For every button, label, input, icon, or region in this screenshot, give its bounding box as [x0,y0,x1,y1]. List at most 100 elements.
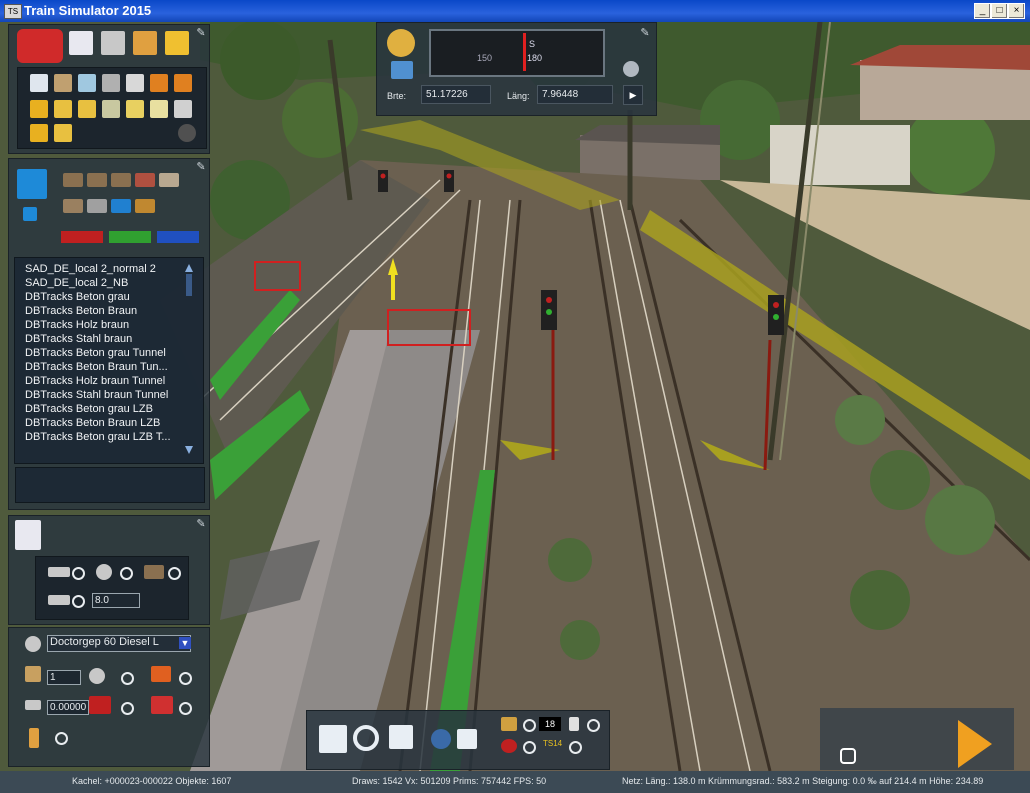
track-type-icon-2[interactable] [87,173,107,187]
route-select[interactable]: Doctorgep 60 Diesel L [47,635,191,652]
list-item[interactable]: DBTracks Holz braun [25,319,129,331]
bridge-icon[interactable] [63,199,83,213]
reset-rotation-icon[interactable] [353,725,379,751]
track-list[interactable]: SAD_DE_local 2_normal 2 SAD_DE_local 2_N… [14,257,204,464]
target-radio[interactable] [523,741,536,754]
count-field[interactable]: 1 [47,670,81,685]
pin-icon[interactable]: ✎ [195,27,207,39]
scroll-down-icon[interactable] [185,446,193,454]
redo-icon[interactable] [174,74,192,92]
list-item[interactable]: SAD_DE_local 2_NB [25,277,128,289]
list-item[interactable]: DBTracks Beton Braun LZB [25,417,160,429]
paste-icon[interactable] [30,124,48,142]
delete-icon[interactable] [102,74,120,92]
train-icon[interactable] [165,31,189,55]
toolbox-icon[interactable] [17,29,63,63]
globe-home-icon[interactable] [431,729,451,749]
list-item[interactable]: DBTracks Beton grau LZB T... [25,431,171,443]
track-type-icon-1[interactable] [63,173,83,187]
signal-tool-icon[interactable] [501,717,517,731]
snap-icon[interactable] [150,100,168,118]
document-icon[interactable] [15,520,41,550]
route-settings-panel: Doctorgep 60 Diesel L ▼ 1 0.00000 [8,627,210,767]
unlock-icon[interactable] [840,748,856,764]
measure-icon[interactable] [126,74,144,92]
list-item[interactable]: DBTracks Beton grau Tunnel [25,347,166,359]
undo-icon[interactable] [150,74,168,92]
cube-icon[interactable] [17,169,47,199]
close-button[interactable]: × [1008,3,1025,19]
angle-icon[interactable] [174,100,192,118]
filter-blue-star[interactable] [157,231,199,243]
lock-radio[interactable] [587,719,600,732]
select-icon[interactable] [30,74,48,92]
warning-icon [89,696,111,714]
pin-icon[interactable]: ✎ [195,518,207,530]
list-scrollbar[interactable] [185,264,193,454]
brick-icon[interactable] [135,173,155,187]
map-icon[interactable] [391,61,413,79]
pin-icon[interactable]: ✎ [639,27,651,39]
spiral-radio[interactable] [121,672,134,685]
fullscreen-icon[interactable] [319,725,347,753]
list-item[interactable]: DBTracks Beton Braun Tun... [25,361,168,373]
level-icon[interactable] [54,124,72,142]
list-item[interactable]: DBTracks Beton Braun [25,305,137,317]
screen-icon[interactable] [78,74,96,92]
camera-icon[interactable] [623,61,639,77]
rotate-icon[interactable] [126,100,144,118]
brush-icon[interactable] [133,31,157,55]
sleeper-icon [144,565,164,579]
list-item[interactable]: DBTracks Holz braun Tunnel [25,375,165,387]
track-type-icon-3[interactable] [111,173,131,187]
filter-green-star[interactable] [109,231,151,243]
marker-radio[interactable] [55,732,68,745]
align-icon[interactable] [78,100,96,118]
spiral-icon [89,668,105,684]
dropdown-arrow-icon[interactable]: ▼ [179,637,191,649]
list-item[interactable]: DBTracks Beton grau [25,291,130,303]
pin-icon[interactable]: ✎ [195,161,207,173]
home-icon[interactable] [69,31,93,55]
no-entry-radio[interactable] [179,702,192,715]
ts-radio[interactable] [569,741,582,754]
status-tile: Kachel: +000023-000022 Objekte: 1607 [72,776,232,786]
signal-tool-radio[interactable] [523,719,536,732]
list-item[interactable]: DBTracks Beton grau LZB [25,403,153,415]
overlap-radio[interactable] [72,567,85,580]
filter-red-star[interactable] [61,231,103,243]
sub-cube-icon[interactable] [23,207,37,221]
bomb-icon[interactable] [178,124,196,142]
lock-icon[interactable] [569,717,579,731]
disc-radio[interactable] [120,567,133,580]
maximize-button[interactable]: □ [991,3,1008,19]
copy-icon[interactable] [54,74,72,92]
pipe-icon[interactable] [87,199,107,213]
list-item[interactable]: DBTracks Stahl braun [25,333,132,345]
gradient-field[interactable]: 0.00000 [47,700,89,715]
scroll-thumb[interactable] [186,274,192,296]
track-grid-icon[interactable] [101,31,125,55]
cross-radio[interactable] [72,595,85,608]
house-icon[interactable] [457,729,477,749]
zoom-to-icon[interactable] [389,725,413,749]
marquee-icon[interactable] [30,100,48,118]
water-icon[interactable] [111,199,131,213]
transition-radio[interactable] [179,672,192,685]
list-item[interactable]: DBTracks Stahl braun Tunnel [25,389,168,401]
compass-rose-icon[interactable] [387,29,415,57]
platform-icon[interactable] [159,173,179,187]
list-item[interactable]: SAD_DE_local 2_normal 2 [25,263,156,275]
transition-icon [151,666,171,682]
minimize-button[interactable]: _ [974,3,991,19]
scroll-up-icon[interactable] [185,264,193,272]
go-arrow-icon[interactable]: ▶ [623,85,643,105]
sleeper-radio[interactable] [168,567,181,580]
width-field[interactable]: 8.0 [92,593,140,608]
warning-radio[interactable] [121,702,134,715]
eraser-icon[interactable] [102,100,120,118]
bag-icon[interactable] [135,199,155,213]
play-icon[interactable] [958,720,992,768]
target-icon[interactable] [501,739,517,753]
move-icon[interactable] [54,100,72,118]
